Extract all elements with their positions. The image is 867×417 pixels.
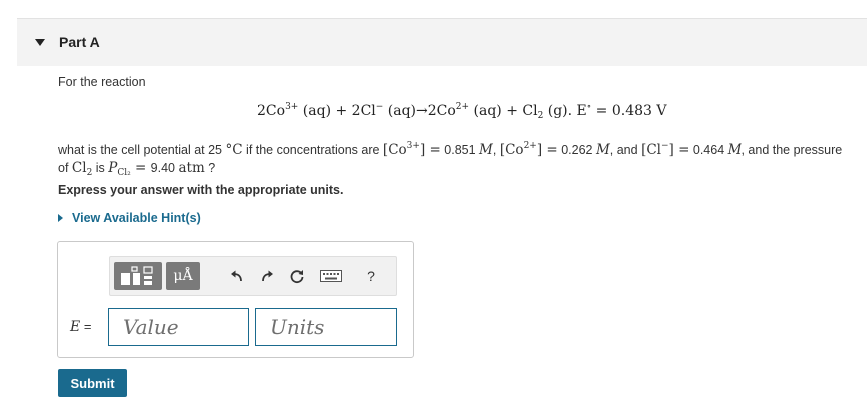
units-button[interactable]: μÅ <box>166 262 200 290</box>
help-icon: ? <box>367 268 375 284</box>
reaction-equation: 2Co3+ (aq) + 2Cl− (aq)→2Co2+ (aq) + Cl2 … <box>257 102 667 121</box>
part-header[interactable]: Part A <box>17 18 867 66</box>
reset-icon <box>290 270 304 284</box>
undo-button[interactable] <box>226 262 248 290</box>
units-icon: μÅ <box>173 268 193 284</box>
redo-icon <box>262 270 273 282</box>
keyboard-button[interactable] <box>318 262 344 290</box>
reset-button[interactable] <box>286 262 308 290</box>
answer-instructions: Express your answer with the appropriate… <box>58 183 344 197</box>
help-button[interactable]: ? <box>360 262 382 290</box>
intro-text: For the reaction <box>58 75 146 89</box>
view-hints-link[interactable]: View Available Hint(s) <box>58 211 201 225</box>
answer-panel: μÅ ? E = Value Units <box>57 241 414 358</box>
keyboard-icon <box>320 270 342 282</box>
value-input[interactable] <box>108 308 249 346</box>
question-text: what is the cell potential at 25 °C if t… <box>58 141 843 178</box>
redo-button[interactable] <box>256 262 278 290</box>
units-input[interactable] <box>255 308 397 346</box>
undo-icon <box>231 270 242 282</box>
math-toolbar: μÅ ? <box>109 256 397 296</box>
templates-button[interactable] <box>114 262 162 290</box>
collapse-caret-icon[interactable] <box>35 39 45 46</box>
part-title: Part A <box>59 34 100 50</box>
submit-button[interactable]: Submit <box>58 369 127 397</box>
answer-variable-label: E = <box>70 319 92 335</box>
templates-icon <box>121 266 153 285</box>
view-hints-label: View Available Hint(s) <box>72 211 201 225</box>
caret-right-icon <box>58 214 63 222</box>
